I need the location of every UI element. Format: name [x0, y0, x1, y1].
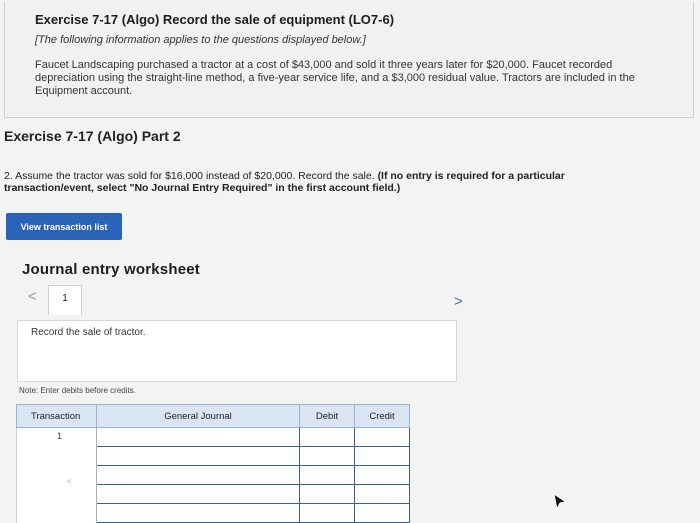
transaction-cell: 1 < [16, 427, 97, 523]
header-credit: Credit [354, 404, 410, 428]
worksheet-title: Journal entry worksheet [22, 261, 200, 278]
exercise-subtitle: [The following information applies to th… [35, 34, 366, 46]
worksheet-tab-1[interactable]: 1 [48, 285, 82, 315]
account-input[interactable] [96, 446, 300, 466]
account-input[interactable] [96, 465, 300, 485]
account-input[interactable] [96, 427, 300, 447]
mouse-pointer-icon [552, 492, 568, 516]
debit-credit-note: Note: Enter debits before credits. [19, 386, 136, 395]
question-prompt: 2. Assume the tractor was sold for $16,0… [4, 170, 375, 182]
credit-input[interactable] [354, 484, 410, 504]
credit-input[interactable] [354, 465, 410, 485]
header-general-journal: General Journal [96, 404, 300, 428]
prev-arrow-icon[interactable]: < [28, 288, 37, 305]
credit-input[interactable] [354, 427, 410, 447]
debit-input[interactable] [299, 427, 355, 447]
view-transaction-list-button[interactable]: View transaction list [6, 213, 122, 240]
instruction-panel: Record the sale of tractor. [17, 320, 457, 382]
part-title: Exercise 7-17 (Algo) Part 2 [4, 128, 181, 144]
next-arrow-icon[interactable]: > [454, 293, 463, 310]
header-debit: Debit [299, 404, 355, 428]
transaction-mark: < [67, 477, 72, 486]
transaction-number: 1 [57, 431, 63, 441]
exercise-title: Exercise 7-17 (Algo) Record the sale of … [35, 12, 395, 27]
credit-input[interactable] [354, 446, 410, 466]
debit-input[interactable] [299, 465, 355, 485]
journal-entry-table: Transaction General Journal Debit Credit… [16, 404, 410, 523]
instructions-box: Exercise 7-17 (Algo) Record the sale of … [4, 2, 694, 118]
exercise-description: Faucet Landscaping purchased a tractor a… [35, 59, 635, 97]
account-input[interactable] [96, 484, 300, 504]
instruction-text: Record the sale of tractor. [31, 327, 146, 338]
header-transaction: Transaction [16, 404, 97, 428]
question-text: 2. Assume the tractor was sold for $16,0… [4, 170, 644, 194]
debit-input[interactable] [299, 484, 355, 504]
debit-input[interactable] [299, 446, 355, 466]
